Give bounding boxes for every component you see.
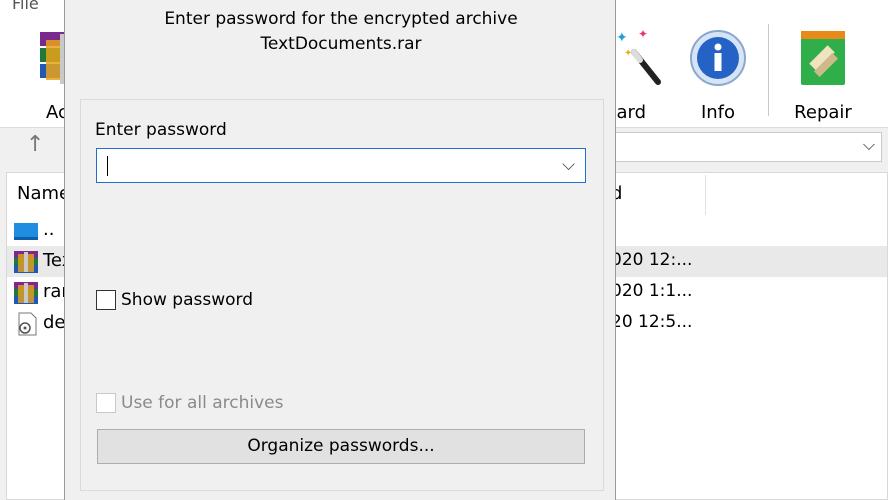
repair-button[interactable]: Repair	[783, 26, 863, 126]
password-input[interactable]	[103, 151, 543, 180]
info-label: Info	[700, 102, 736, 123]
show-password-label[interactable]: Show password	[121, 290, 253, 310]
text-caret	[107, 156, 108, 176]
repair-label: Repair	[794, 102, 852, 123]
up-arrow-icon[interactable]: ↑	[26, 132, 44, 157]
file-date: 20 12:5...	[611, 312, 693, 332]
dialog-title-line1: Enter password for the encrypted archive	[164, 9, 518, 29]
column-header-name[interactable]: Name	[17, 173, 70, 215]
file-name: de	[43, 312, 66, 333]
svg-text:✦: ✦	[616, 30, 628, 46]
address-combobox[interactable]: ⌵	[600, 132, 882, 162]
show-password-checkbox[interactable]	[96, 290, 116, 310]
dialog-title-archive-name: TextDocuments.rar	[260, 34, 422, 54]
repair-icon	[801, 31, 845, 85]
enter-password-label: Enter password	[95, 120, 227, 140]
rar-archive-icon	[14, 282, 38, 304]
menu-file[interactable]: File	[12, 0, 39, 13]
info-button[interactable]: Info	[678, 26, 758, 126]
folder-up-icon	[14, 223, 38, 240]
svg-text:✦: ✦	[624, 48, 632, 59]
settings-file-icon	[18, 312, 37, 336]
password-combobox[interactable]: ⌵	[96, 148, 586, 183]
file-date: 020 1:1...	[611, 281, 693, 301]
chevron-down-icon[interactable]: ⌵	[863, 135, 875, 155]
file-name: ..	[43, 219, 55, 240]
rar-archive-icon	[14, 251, 38, 273]
info-icon	[690, 30, 746, 86]
chevron-down-icon[interactable]: ⌵	[562, 155, 575, 175]
svg-text:✦: ✦	[638, 27, 648, 41]
column-divider[interactable]	[705, 175, 706, 215]
password-dialog: Enter password for the encrypted archive…	[64, 0, 616, 500]
file-date: 020 12:...	[611, 250, 693, 270]
toolbar-separator	[768, 24, 769, 116]
use-for-all-archives-label: Use for all archives	[121, 393, 284, 413]
use-for-all-archives-checkbox	[96, 393, 116, 413]
organize-passwords-button[interactable]: Organize passwords...	[97, 429, 585, 464]
